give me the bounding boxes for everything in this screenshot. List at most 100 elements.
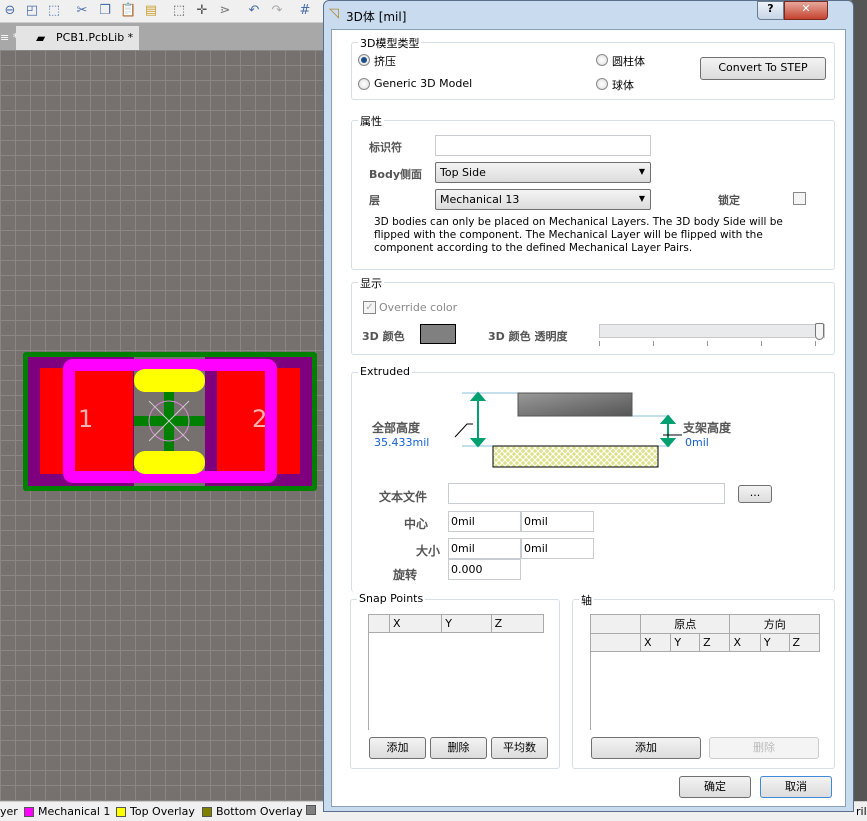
identifier-input[interactable] [435,135,651,156]
layer-note: 3D bodies can only be placed on Mechanic… [374,216,783,254]
column-header-dir-y[interactable]: Y [759,633,790,652]
board-shape [492,445,659,468]
layer-label: ril [856,805,867,818]
layer-tab[interactable]: yer [0,805,18,818]
size-y-input[interactable]: 0mil [521,538,594,559]
rotation-label: 旋转 [393,568,418,582]
undo-icon[interactable]: ↶ [246,3,262,19]
snap-average-button[interactable]: 平均数 [491,737,548,759]
layer-swatch [202,806,212,817]
column-header-x[interactable]: X [388,614,443,633]
zoom-fit-icon[interactable]: ◰ [24,3,40,19]
display-group: 显示 ✓ Override color 3D 颜色 3D 颜色 透明度 [351,275,835,355]
paste-icon[interactable]: 📋 [120,3,136,19]
zoom-selection-icon[interactable]: ⬚ [46,3,62,19]
tab-pcblib[interactable]: ▰ PCB1.PcbLib * [16,26,140,50]
snap-points-group: Snap Points X Y Z 添加 删除 平均数 [350,592,560,769]
layer-select[interactable]: Mechanical 13 ▼ [435,189,651,210]
move-icon[interactable]: ✛ [194,3,210,19]
help-button[interactable]: ? [757,1,784,20]
zoom-out-icon[interactable]: ⊖ [2,3,18,19]
lock-checkbox[interactable] [793,192,806,205]
column-header-origin-x[interactable]: X [639,633,672,652]
column-header-origin-y[interactable]: Y [670,633,701,652]
layer-label: yer [0,805,18,818]
layer-label: Mechanical 1 [38,805,111,818]
ok-button[interactable]: 确定 [679,776,751,798]
browse-button[interactable]: ... [738,485,772,503]
column-header-dir-z[interactable]: Z [788,633,821,652]
main-toolbar: ⊖ ◰ ⬚ ✂ ❐ 📋 ▤ ⬚ ✛ ⋗ ↶ ↷ # [0,0,330,23]
radio-sphere[interactable] [596,78,608,90]
footprint [23,352,317,491]
cancel-button[interactable]: 取消 [760,776,832,798]
size-label: 大小 [416,544,441,558]
snap-add-button[interactable]: 添加 [369,737,426,759]
layer-tab-top-overlay[interactable]: Top Overlay [116,805,195,818]
dropdown-arrow-icon: ▼ [638,194,645,203]
grid-icon[interactable]: # [297,3,313,19]
redo-icon[interactable]: ↷ [269,3,285,19]
overall-height-value[interactable]: 35.433mil [374,436,429,449]
column-header-y[interactable]: Y [441,614,492,633]
convert-to-step-button[interactable]: Convert To STEP [700,57,826,80]
rotation-input[interactable]: 0.000 [448,559,521,580]
body-shape [517,392,633,417]
snap-points-list[interactable]: X Y Z [368,614,545,730]
3d-color-label: 3D 颜色 [362,330,405,343]
radio-cylinder[interactable] [596,54,608,66]
size-x-input[interactable]: 0mil [448,538,521,559]
overlay-bottom [134,451,205,474]
paste-special-icon[interactable]: ▤ [143,3,159,19]
layer-swatch [116,806,126,817]
override-color-checkbox[interactable]: ✓ [363,301,376,314]
center-y-input[interactable]: 0mil [521,511,594,532]
opacity-slider[interactable] [599,323,825,340]
close-button[interactable]: ✕ [784,1,828,20]
layer-tab-bottom-overlay[interactable]: Bottom Overlay [202,805,303,818]
column-header-dir-x[interactable]: X [729,633,761,652]
overall-height-label: 全部高度 [372,421,421,435]
layer-tab-mechanical-1[interactable]: Mechanical 1 [24,805,110,818]
select-cross-icon[interactable]: ⋗ [217,3,233,19]
axis-add-button[interactable]: 添加 [591,737,701,759]
center-x-input[interactable]: 0mil [448,511,521,532]
axis-list[interactable]: 原点 方向 X Y Z X Y Z [590,614,821,730]
standoff-value[interactable]: 0mil [685,436,709,449]
slider-thumb[interactable] [815,323,824,340]
layer-tab-next[interactable] [306,805,316,815]
overlay-top [134,369,205,392]
text-file-input[interactable] [448,483,725,504]
cut-icon[interactable]: ✂ [74,3,90,19]
select-rect-icon[interactable]: ⬚ [171,3,187,19]
layer-swatch [24,806,34,817]
radio-generic-3d[interactable] [358,78,370,90]
dialog-titlebar[interactable]: ◹ 3D体 [mil] ? ✕ [324,1,853,29]
snap-delete-button[interactable]: 删除 [430,737,487,759]
column-header-origin-z[interactable]: Z [699,633,731,652]
3d-color-swatch[interactable] [420,324,456,344]
body-side-label: Body侧面 [369,168,422,181]
select-value: Mechanical 13 [440,193,520,206]
group-legend: Snap Points [357,592,426,605]
group-legend: 显示 [358,275,384,291]
extrude-diagram [454,391,682,468]
axis-delete-button: 删除 [709,737,819,759]
pad-2-label: 2 [252,405,268,433]
body-side-select[interactable]: Top Side ▼ [435,162,651,183]
group-legend: 属性 [358,113,384,129]
column-header [590,614,641,634]
axis-group: 轴 原点 方向 X Y Z X Y Z 添加 删除 [572,592,835,769]
override-color-label: Override color [379,301,458,314]
dropdown-arrow-icon: ▼ [638,167,645,176]
copy-icon[interactable]: ❐ [97,3,113,19]
layer-swatch [306,805,316,815]
layer-label: 层 [369,194,380,207]
column-header-z[interactable]: Z [490,614,545,633]
pad-1-label: 1 [78,405,94,433]
radio-label: Generic 3D Model [374,77,473,90]
pcb-canvas[interactable]: 1 2 [0,50,330,801]
text-file-label: 文本文件 [379,490,428,504]
radio-extrude[interactable] [358,54,370,66]
radio-label: 球体 [612,79,634,92]
